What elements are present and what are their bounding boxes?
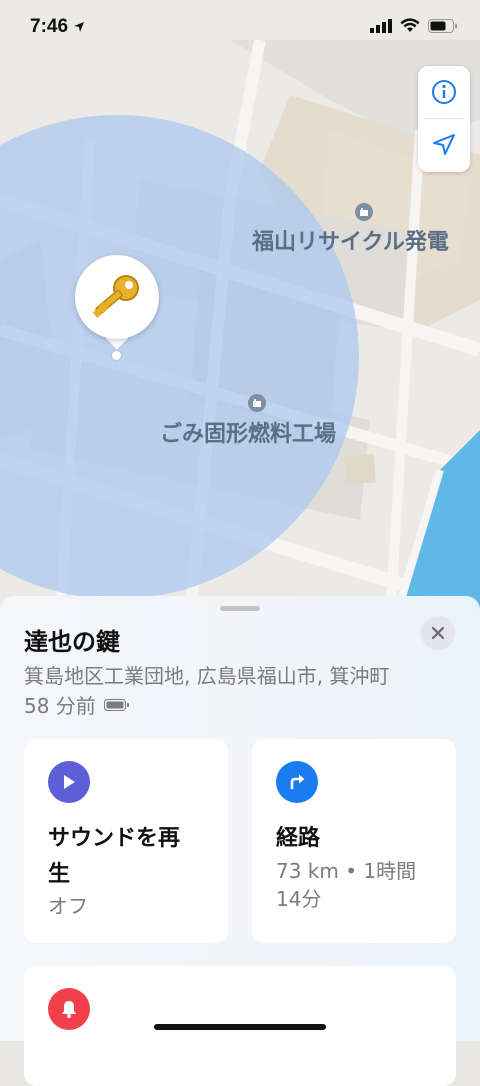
status-right xyxy=(370,18,458,33)
directions-card[interactable]: 経路 73 km • 1時間 14分 xyxy=(252,739,456,943)
status-time: 7:46 xyxy=(30,16,85,38)
map-view[interactable]: 福山リサイクル発電 ごみ固形燃料工場 xyxy=(0,0,480,620)
map-controls xyxy=(418,66,470,172)
play-icon xyxy=(64,775,75,789)
location-services-icon xyxy=(74,21,85,32)
last-seen: 58 分前 xyxy=(24,690,130,719)
directions-eta: 73 km • 1時間 14分 xyxy=(276,857,416,913)
info-icon xyxy=(432,80,456,104)
directions-eta-line1: 73 km • 1時間 xyxy=(276,859,417,883)
directions-eta-line2: 14分 xyxy=(276,887,322,911)
play-sound-title: サウンドを再 生 xyxy=(48,821,180,893)
bell-icon-circle xyxy=(48,988,90,1030)
factory-poi-icon xyxy=(248,394,266,412)
item-title: 達也の鍵 xyxy=(24,628,120,656)
track-location-button[interactable] xyxy=(418,119,470,171)
home-indicator[interactable] xyxy=(154,1024,326,1030)
power-plant-poi-icon xyxy=(355,203,373,221)
status-time-text: 7:46 xyxy=(30,16,69,37)
poi-label-power-plant[interactable]: 福山リサイクル発電 xyxy=(252,224,449,256)
map-canvas xyxy=(0,0,480,620)
play-sound-status: オフ xyxy=(48,894,88,918)
location-dot xyxy=(112,351,121,360)
directions-arrow-icon xyxy=(290,774,305,790)
play-sound-title-line1: サウンドを再 xyxy=(48,826,181,851)
item-location-pin[interactable] xyxy=(75,255,159,339)
cellular-signal-icon xyxy=(370,18,392,33)
close-button[interactable] xyxy=(421,616,455,650)
item-address: 箕島地区工業団地, 広島県福山市, 箕沖町 xyxy=(24,664,390,688)
location-arrow-icon xyxy=(433,134,455,155)
bell-icon xyxy=(62,1001,76,1018)
status-bar: 7:46 xyxy=(0,0,480,56)
battery-icon xyxy=(103,698,129,711)
sheet-grabber[interactable] xyxy=(220,606,260,611)
directions-icon-circle xyxy=(276,761,318,803)
battery-icon xyxy=(428,18,457,33)
map-info-button[interactable] xyxy=(418,66,470,118)
play-sound-title-line2: 生 xyxy=(48,862,71,887)
poi-label-factory[interactable]: ごみ固形燃料工場 xyxy=(160,416,336,448)
play-sound-card[interactable]: サウンドを再 生 オフ xyxy=(24,739,228,943)
directions-title: 経路 xyxy=(276,826,321,851)
item-detail-sheet[interactable]: 達也の鍵 箕島地区工業団地, 広島県福山市, 箕沖町 58 分前 サウンドを再 … xyxy=(0,596,480,1086)
last-seen-text: 58 分前 xyxy=(24,694,96,718)
wifi-icon xyxy=(400,18,420,32)
close-icon xyxy=(432,627,444,639)
play-icon-circle xyxy=(48,761,90,803)
key-icon xyxy=(92,275,139,318)
